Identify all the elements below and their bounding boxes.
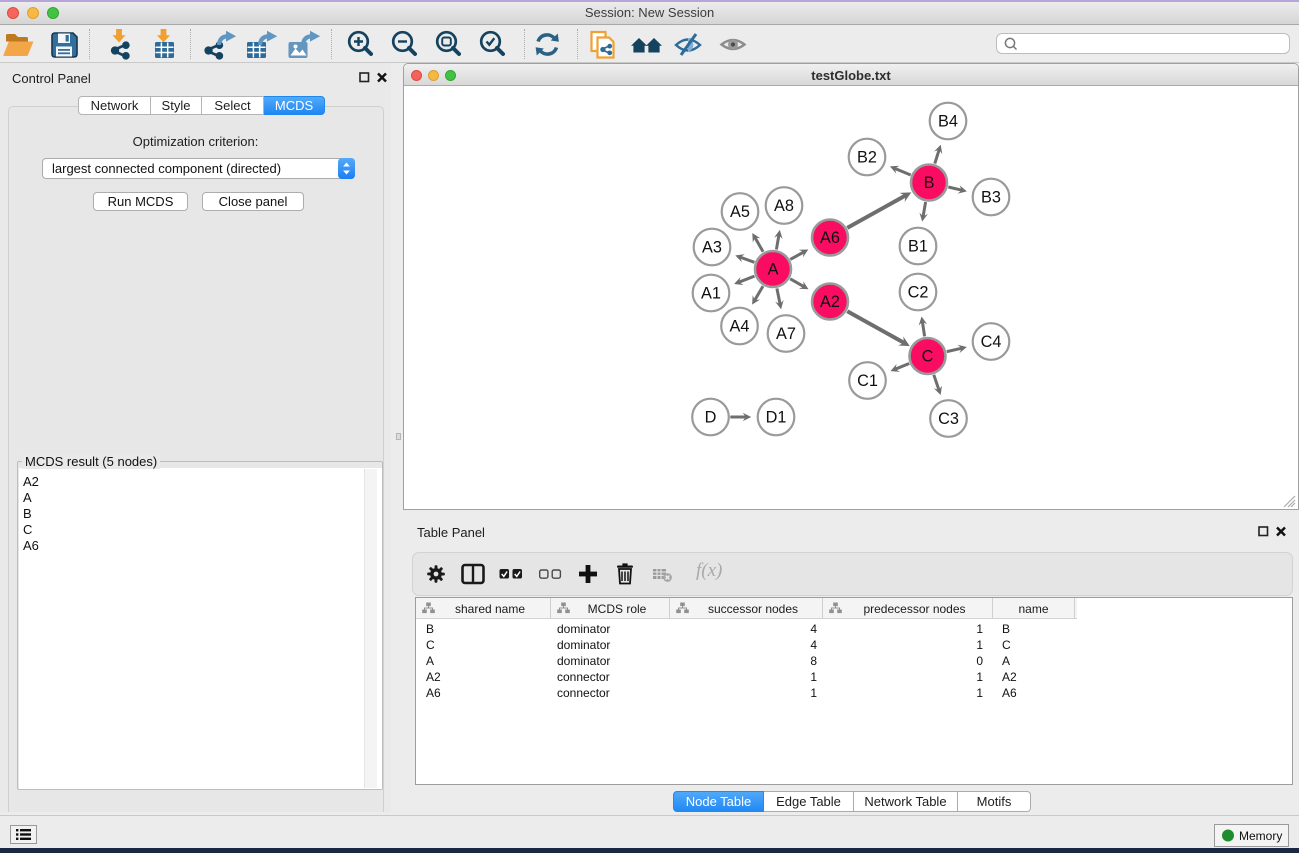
svg-text:A6: A6 xyxy=(820,229,840,247)
svg-text:B2: B2 xyxy=(857,149,877,167)
svg-text:A8: A8 xyxy=(774,197,794,215)
svg-text:C1: C1 xyxy=(857,372,878,390)
svg-text:A1: A1 xyxy=(701,285,721,303)
svg-text:A7: A7 xyxy=(776,325,796,343)
svg-text:A4: A4 xyxy=(730,318,750,336)
svg-text:A2: A2 xyxy=(820,293,840,311)
svg-text:D: D xyxy=(705,409,717,427)
svg-text:B4: B4 xyxy=(938,113,958,131)
svg-text:B: B xyxy=(924,174,935,192)
svg-text:B1: B1 xyxy=(908,238,928,256)
svg-text:A5: A5 xyxy=(730,203,750,221)
svg-text:D1: D1 xyxy=(766,409,787,427)
svg-text:C: C xyxy=(922,348,934,366)
svg-text:C4: C4 xyxy=(981,333,1002,351)
svg-text:A3: A3 xyxy=(702,239,722,257)
svg-text:Memory: Memory xyxy=(1239,829,1282,843)
svg-text:A: A xyxy=(768,261,779,279)
svg-text:C3: C3 xyxy=(938,410,959,428)
svg-text:C2: C2 xyxy=(908,284,929,302)
svg-text:B3: B3 xyxy=(981,189,1001,207)
